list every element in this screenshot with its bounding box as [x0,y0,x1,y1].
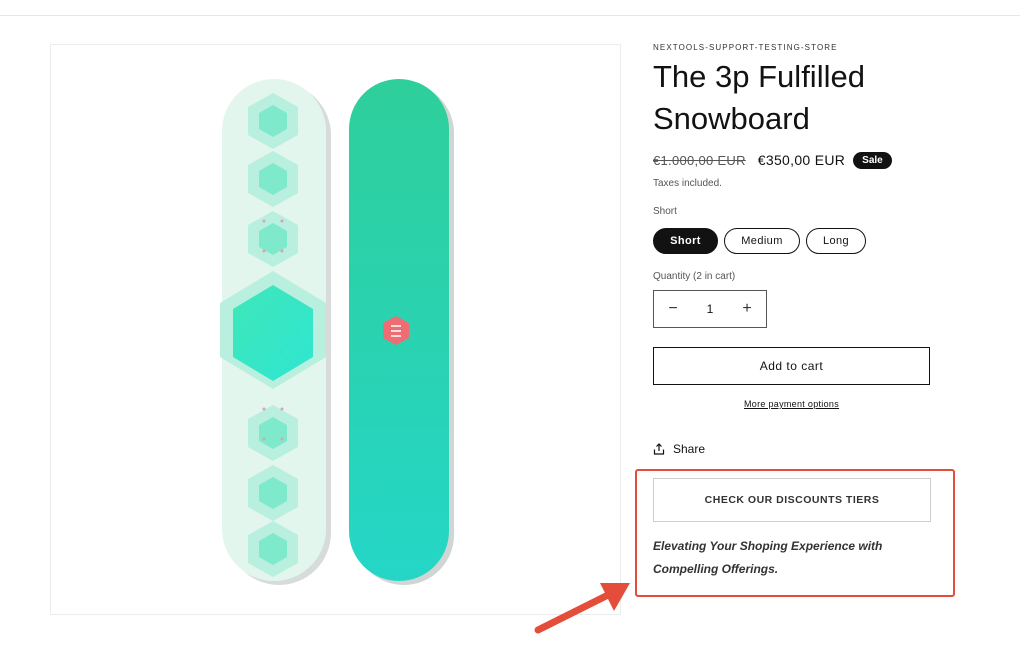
product-image [220,79,454,585]
arrow-icon [534,583,630,634]
product-title: The 3p Fulfilled Snowboard [653,59,865,136]
tax-note: Taxes included. [653,178,722,189]
discount-tiers-button[interactable]: CHECK OUR DISCOUNTS TIERS [653,478,931,522]
variant-picker: Short Medium Long [653,228,872,254]
promo-tagline: Elevating Your Shoping Experience with C… [653,539,883,576]
price-sale: €350,00 EUR [757,152,846,168]
add-to-cart-button[interactable]: Add to cart [653,347,930,385]
quantity-label: Quantity (2 in cart) [653,271,736,282]
price-compare: €1.000,00 EUR [653,152,746,168]
price-row: €1.000,00 EUR €350,00 EUR Sale [653,149,892,171]
share-icon [653,443,665,455]
quantity-stepper: − 1 + [653,290,767,328]
more-payment-options-link[interactable]: More payment options [653,399,930,409]
product-vendor: NEXTOOLS-SUPPORT-TESTING-STORE [653,43,838,52]
quantity-plus-button[interactable]: + [728,291,766,327]
sale-badge: Sale [853,151,892,169]
share-label: Share [673,442,706,456]
variant-label: Short [653,206,677,217]
share-button[interactable]: Share [653,442,705,456]
quantity-minus-button[interactable]: − [654,291,692,327]
variant-option-long[interactable]: Long [806,228,866,254]
header-divider [0,15,1020,16]
variant-option-short[interactable]: Short [653,228,718,254]
quantity-input[interactable]: 1 [692,302,728,316]
product-media[interactable] [50,44,621,615]
variant-option-medium[interactable]: Medium [724,228,800,254]
